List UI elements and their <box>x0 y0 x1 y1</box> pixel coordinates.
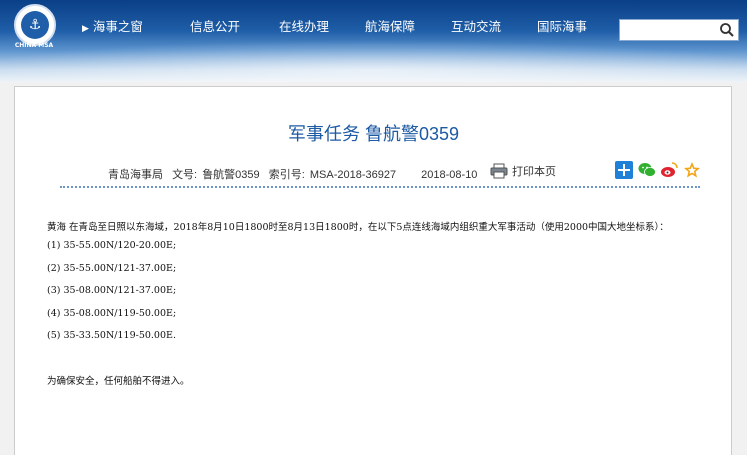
search-icon[interactable] <box>719 22 735 38</box>
nav-item-navigation[interactable]: 航海保障 <box>365 16 451 35</box>
doc-no-label: 文号: <box>172 169 198 181</box>
anchor-icon: ⚓ <box>21 11 49 39</box>
nav-item-interaction[interactable]: 互动交流 <box>451 16 537 35</box>
publisher: 青岛海事局 <box>108 169 163 181</box>
publish-date: 2018-08-10 <box>421 169 478 181</box>
arrow-right-icon: ▶ <box>82 23 89 33</box>
search-input[interactable] <box>622 22 722 42</box>
nav-label: 海事之窗 <box>92 20 143 34</box>
nav-item-online[interactable]: 在线办理 <box>279 16 365 35</box>
wechat-icon[interactable] <box>638 161 656 179</box>
nav-item-window[interactable]: ▶ 海事之窗 <box>82 16 170 35</box>
msa-logo[interactable]: ⚓ <box>14 4 56 46</box>
header-wave-decoration <box>0 40 747 82</box>
index-no: MSA-2018-36927 <box>309 169 397 181</box>
article-meta: 青岛海事局 文号: 鲁航警0359 索引号: MSA-2018-36927 20… <box>108 166 483 182</box>
weibo-icon[interactable] <box>660 161 678 179</box>
site-header: ⚓ CHINA MSA ▶ 海事之窗 信息公开 在线办理 航海保障 互动交流 国际… <box>0 0 747 82</box>
logo-text: CHINA MSA <box>14 42 54 49</box>
printer-icon <box>490 163 508 179</box>
favorite-star-icon[interactable] <box>683 161 701 179</box>
meta-divider <box>60 186 700 188</box>
nav-label: 信息公开 <box>190 20 241 34</box>
article-title: 军事任务 鲁航警0359 <box>287 124 460 144</box>
index-label: 索引号: <box>268 169 305 181</box>
nav-item-info[interactable]: 信息公开 <box>170 16 279 35</box>
coordinate-point: (4) 35-08.00N/119-50.00E; <box>47 308 177 319</box>
print-button[interactable]: 打印本页 <box>490 163 556 179</box>
nav-label: 航海保障 <box>365 20 416 34</box>
nav-label: 国际海事 <box>537 20 588 34</box>
nav-label: 互动交流 <box>451 20 502 34</box>
search-box <box>619 19 739 42</box>
coordinate-point: (5) 35-33.50N/119-50.00E. <box>47 330 176 341</box>
print-label: 打印本页 <box>512 166 556 178</box>
share-plus-icon[interactable] <box>615 161 633 179</box>
nav-label: 在线办理 <box>279 20 330 34</box>
intro-paragraph: 黄海 在青岛至日照以东海域，2018年8月10日1800时至8月13日1800时… <box>47 222 669 233</box>
doc-no: 鲁航警0359 <box>202 169 260 181</box>
coordinate-point: (3) 35-08.00N/121-37.00E; <box>47 285 177 296</box>
nav-item-international[interactable]: 国际海事 <box>537 16 617 35</box>
main-nav: ▶ 海事之窗 信息公开 在线办理 航海保障 互动交流 国际海事 <box>82 16 617 35</box>
coordinate-point: (1) 35-55.00N/120-20.00E; <box>47 240 177 251</box>
coordinate-point: (2) 35-55.00N/121-37.00E; <box>47 263 177 274</box>
notice-paragraph: 为确保安全，任何船舶不得进入。 <box>47 376 190 387</box>
